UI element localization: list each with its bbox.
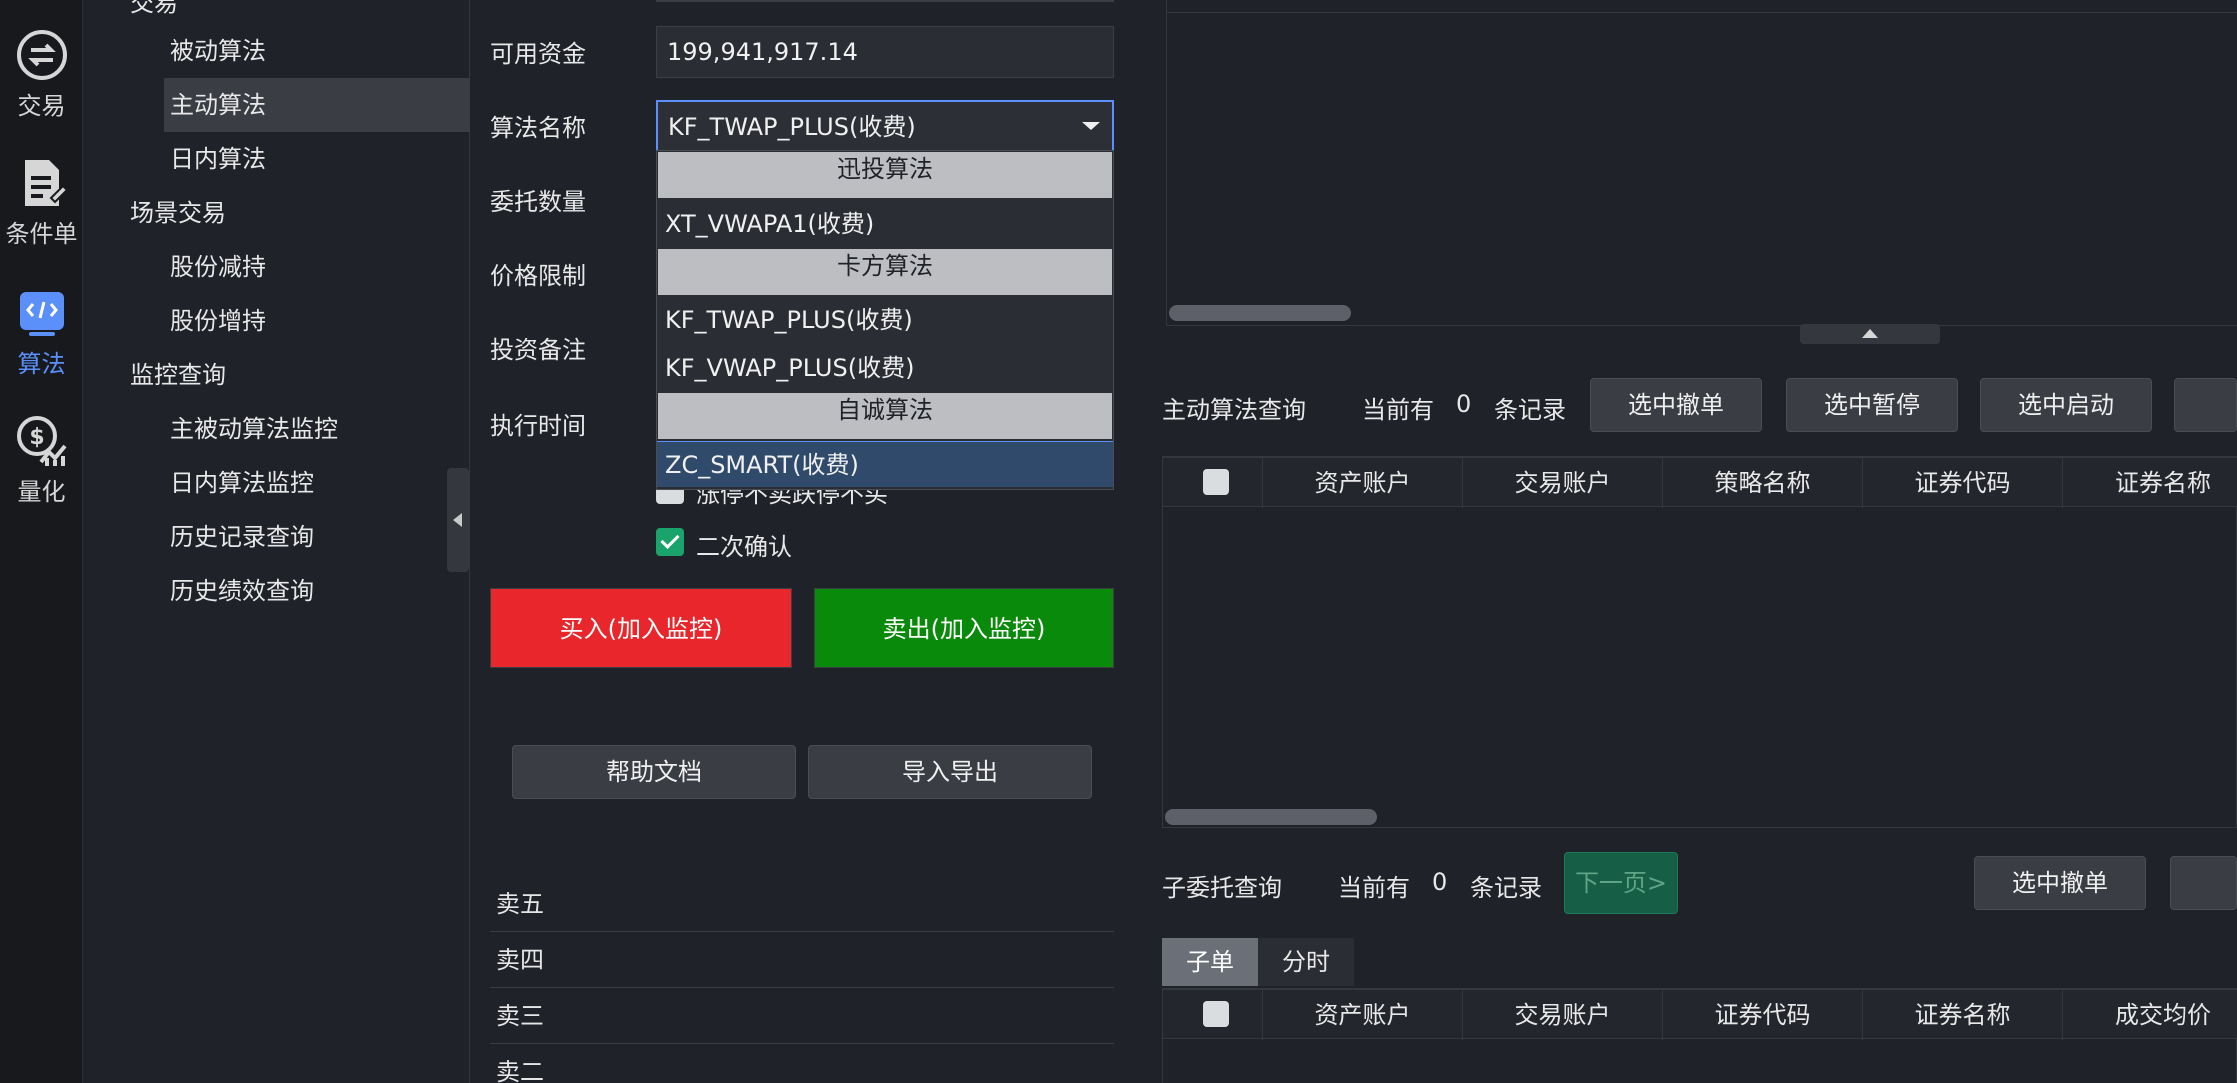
dropdown-option[interactable]: KF_VWAP_PLUS(收费) — [657, 345, 1113, 391]
column-header[interactable]: 资产账户 — [1263, 990, 1463, 1040]
column-header[interactable]: 交易账户 — [1463, 458, 1663, 508]
dropdown-group-header: 自诚算法 — [658, 393, 1112, 439]
active-query-title: 主动算法查询 — [1162, 396, 1306, 424]
column-header[interactable]: 交易账户 — [1463, 990, 1663, 1040]
import-export-button[interactable]: 导入导出 — [808, 745, 1092, 799]
nav-item-intraday-monitor[interactable]: 日内算法监控 — [170, 456, 314, 510]
help-doc-button[interactable]: 帮助文档 — [512, 745, 796, 799]
available-funds-label: 可用资金 — [490, 40, 586, 68]
next-page-button[interactable]: 下一页> — [1564, 852, 1678, 914]
condition-order-icon — [24, 160, 68, 206]
nav-item-algo-monitor[interactable]: 主被动算法监控 — [170, 402, 338, 456]
nav-item-passive-algo[interactable]: 被动算法 — [170, 24, 266, 78]
field-top-edge — [656, 0, 1114, 2]
child-more-button-clipped[interactable] — [2170, 856, 2237, 910]
active-algo-table: 资产账户 交易账户 策略名称 证券代码 证券名称 — [1162, 456, 2237, 828]
dropdown-option[interactable]: XT_VWAPA1(收费) — [657, 201, 1113, 247]
quant-icon: $ — [16, 416, 67, 466]
column-header[interactable]: 策略名称 — [1663, 458, 1863, 508]
rail-item-algorithm[interactable]: 算法 — [0, 286, 83, 379]
price-limit-label: 价格限制 — [490, 262, 586, 290]
sell-button[interactable]: 卖出(加入监控) — [814, 588, 1114, 668]
nav-item-history-query[interactable]: 历史记录查询 — [170, 510, 314, 564]
child-query-count: 0 — [1432, 868, 1448, 896]
tab-timeshare[interactable]: 分时 — [1258, 938, 1354, 986]
column-header[interactable]: 证券名称 — [2063, 458, 2237, 508]
rail-label: 算法 — [17, 350, 66, 378]
algorithm-icon — [19, 292, 64, 336]
column-header[interactable]: 成交均价 — [2063, 990, 2237, 1040]
exec-time-label: 执行时间 — [490, 412, 586, 440]
algo-dropdown-list: 迅投算法 XT_VWAPA1(收费) 卡方算法 KF_TWAP_PLUS(收费)… — [656, 150, 1114, 490]
active-query-count: 0 — [1456, 390, 1472, 418]
tab-child-orders[interactable]: 子单 — [1162, 938, 1258, 986]
child-query-suffix: 条记录 — [1470, 874, 1542, 902]
horizontal-scrollbar[interactable] — [1165, 809, 1377, 825]
dropdown-group-header: 迅投算法 — [658, 152, 1112, 198]
select-all-cell — [1163, 458, 1263, 508]
nav-group-monitor-query[interactable]: 监控查询 — [130, 348, 226, 402]
child-query-prefix: 当前有 — [1338, 874, 1410, 902]
nav-item-active-algo[interactable]: 主动算法 — [164, 78, 470, 132]
rail-label: 条件单 — [5, 220, 78, 248]
column-header[interactable]: 证券代码 — [1663, 990, 1863, 1040]
algo-name-value: KF_TWAP_PLUS(收费) — [668, 113, 916, 141]
icon-rail: 交易 条件单 算法 $ 量化 — [0, 0, 83, 1083]
algo-name-select[interactable]: KF_TWAP_PLUS(收费) — [656, 100, 1114, 152]
collapse-sidebar-button[interactable] — [447, 468, 469, 572]
select-all-cell — [1163, 990, 1263, 1040]
nav-group-scenario-trade[interactable]: 场景交易 — [130, 186, 226, 240]
nav-item-intraday-algo[interactable]: 日内算法 — [170, 132, 266, 186]
child-query-title: 子委托查询 — [1162, 874, 1282, 902]
column-header[interactable]: 资产账户 — [1263, 458, 1463, 508]
rail-label: 交易 — [17, 92, 66, 120]
exchange-icon — [16, 30, 67, 80]
nav-item-performance-query[interactable]: 历史绩效查询 — [170, 564, 314, 618]
child-order-table: 资产账户 交易账户 证券代码 证券名称 成交均价 — [1162, 988, 2237, 1083]
cancel-selected-button[interactable]: 选中撤单 — [1590, 378, 1762, 432]
column-header[interactable]: 证券名称 — [1863, 990, 2063, 1040]
caret-down-icon — [1082, 122, 1100, 130]
active-query-suffix: 条记录 — [1494, 396, 1566, 424]
algo-table-top — [1166, 0, 2237, 326]
child-table-header: 资产账户 交易账户 证券代码 证券名称 成交均价 — [1163, 989, 2237, 1040]
start-selected-button[interactable]: 选中启动 — [1980, 378, 2152, 432]
orderbook-row: 卖二 — [490, 1044, 1114, 1083]
active-table-header: 资产账户 交易账户 策略名称 证券代码 证券名称 — [1163, 457, 2237, 508]
quantity-label: 委托数量 — [490, 188, 586, 216]
rail-item-condition-order[interactable]: 条件单 — [0, 156, 83, 249]
table-header-edge — [1167, 0, 2237, 13]
rail-label: 量化 — [17, 478, 66, 506]
dropdown-option-highlighted[interactable]: ZC_SMART(收费) — [657, 441, 1113, 487]
select-all-checkbox[interactable] — [1203, 469, 1229, 495]
orderbook-row: 卖五 — [490, 876, 1114, 932]
algo-name-label: 算法名称 — [490, 114, 586, 142]
column-header[interactable]: 证券代码 — [1863, 458, 2063, 508]
dropdown-group-header: 卡方算法 — [658, 249, 1112, 295]
confirm-label: 二次确认 — [696, 533, 792, 561]
orderbook-row: 卖三 — [490, 988, 1114, 1044]
rail-item-quant[interactable]: $ 量化 — [0, 414, 83, 507]
more-button-clipped[interactable] — [2174, 378, 2237, 432]
available-funds-field: 199,941,917.14 — [656, 26, 1114, 78]
buy-button[interactable]: 买入(加入监控) — [490, 588, 792, 668]
select-all-checkbox[interactable] — [1203, 1001, 1229, 1027]
confirm-checkbox[interactable] — [656, 528, 684, 556]
svg-text:$: $ — [29, 425, 44, 450]
remark-label: 投资备注 — [490, 336, 586, 364]
splitter-handle[interactable] — [1800, 324, 1940, 344]
child-cancel-selected-button[interactable]: 选中撤单 — [1974, 856, 2146, 910]
rail-item-trade[interactable]: 交易 — [0, 28, 83, 121]
nav-item-share-increase[interactable]: 股份增持 — [170, 294, 266, 348]
orderbook-row: 卖四 — [490, 932, 1114, 988]
caret-up-icon — [1862, 329, 1878, 338]
dropdown-option[interactable]: KF_TWAP_PLUS(收费) — [657, 297, 1113, 343]
horizontal-scrollbar[interactable] — [1169, 305, 1351, 321]
nav-item-share-reduction[interactable]: 股份减持 — [170, 240, 266, 294]
active-query-prefix: 当前有 — [1362, 396, 1434, 424]
pause-selected-button[interactable]: 选中暂停 — [1786, 378, 1958, 432]
